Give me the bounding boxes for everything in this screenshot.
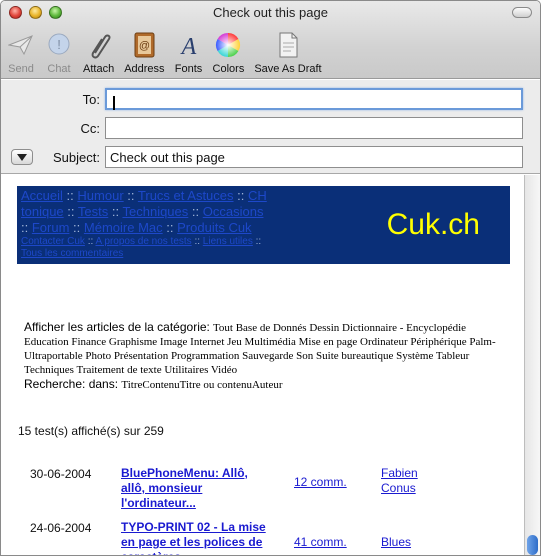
address-label: Address: [124, 63, 165, 75]
nav-produits-cuk[interactable]: Produits Cuk: [177, 220, 251, 235]
scrollbar-thumb[interactable]: [527, 535, 538, 555]
nav-a-propos[interactable]: A propos de nos tests: [96, 236, 192, 247]
paper-plane-icon: [7, 31, 35, 59]
nav-commentaires[interactable]: Tous les commentaires: [21, 248, 123, 259]
message-body[interactable]: Accueil :: Humour :: Trucs et Astuces ::…: [1, 175, 524, 555]
paperclip-icon: [85, 31, 113, 59]
svg-text:!: !: [57, 37, 61, 52]
secondary-navigation: Contacter Cuk :: A propos de nos tests :…: [21, 236, 262, 259]
subject-label: Subject:: [53, 150, 100, 165]
nav-trucs[interactable]: Trucs et Astuces: [138, 188, 234, 203]
to-field[interactable]: [105, 88, 523, 110]
send-button[interactable]: Send: [7, 31, 35, 75]
subject-row: Subject: Check out this page: [1, 146, 540, 170]
cuk-logo[interactable]: Cuk.ch: [387, 208, 480, 242]
nav-techniques[interactable]: Techniques: [123, 204, 189, 219]
font-a-icon: A: [175, 31, 203, 59]
search-label: Recherche: dans:: [24, 377, 119, 391]
cc-field[interactable]: [105, 117, 523, 139]
category-label: Afficher les articles de la catégorie:: [24, 320, 210, 334]
article-title-link[interactable]: TYPO-PRINT 02 - La mise en page et les p…: [121, 520, 271, 555]
article-date: 24-06-2004: [30, 521, 92, 535]
svg-text:@: @: [139, 40, 150, 52]
comments-link[interactable]: 41 comm.: [294, 535, 347, 549]
author-link[interactable]: Blues: [381, 535, 441, 550]
colors-button[interactable]: Colors: [212, 31, 245, 75]
search-filter: Recherche: dans: TitreContenuTitre ou co…: [24, 377, 283, 391]
send-label: Send: [8, 63, 34, 75]
svg-text:A: A: [179, 34, 196, 59]
address-book-icon: @: [130, 31, 158, 59]
nav-occasions[interactable]: Occasions: [203, 204, 264, 219]
to-label: To:: [82, 92, 100, 107]
nav-tests[interactable]: Tests: [78, 204, 108, 219]
nav-ch[interactable]: CH: [248, 188, 267, 203]
cc-row: Cc:: [1, 117, 540, 141]
results-count: 15 test(s) affiché(s) sur 259: [18, 424, 164, 438]
chat-button[interactable]: ! Chat: [45, 31, 73, 75]
to-row: To:: [1, 88, 540, 112]
nav-memoire-mac[interactable]: Mémoire Mac: [84, 220, 163, 235]
fonts-button[interactable]: A Fonts: [175, 31, 203, 75]
site-navigation: Accueil :: Humour :: Trucs et Astuces ::…: [21, 188, 351, 260]
chat-label: Chat: [47, 63, 71, 75]
header-fields: To: Cc: Subject: Check out this page: [1, 80, 540, 174]
subject-field[interactable]: Check out this page: [105, 146, 523, 168]
nav-accueil[interactable]: Accueil: [21, 188, 63, 203]
attach-button[interactable]: Attach: [83, 31, 114, 75]
nav-contacter[interactable]: Contacter Cuk: [21, 236, 85, 247]
cc-label: Cc:: [80, 121, 101, 136]
window-title: Check out this page: [213, 5, 328, 20]
mail-compose-window: Check out this page Send ! Chat Attach @…: [0, 0, 541, 556]
nav-forum[interactable]: Forum: [32, 220, 70, 235]
address-button[interactable]: @ Address: [124, 31, 165, 75]
subject-value: Check out this page: [110, 150, 225, 165]
nav-tonique[interactable]: tonique: [21, 204, 64, 219]
comments-link[interactable]: 12 comm.: [294, 475, 347, 489]
fonts-label: Fonts: [174, 63, 203, 75]
colors-label: Colors: [212, 63, 245, 75]
color-wheel-icon: [214, 31, 242, 59]
triangle-down-icon: [17, 153, 27, 161]
title-toolbar-area: Check out this page Send ! Chat Attach @…: [1, 1, 540, 79]
save-as-draft-button[interactable]: Save As Draft: [254, 31, 322, 75]
save-as-draft-label: Save As Draft: [254, 63, 322, 75]
article-title-link[interactable]: BluePhoneMenu: Allô, allô, monsieur l'or…: [121, 466, 271, 511]
draft-document-icon: [274, 31, 302, 59]
category-filter: Afficher les articles de la catégorie: T…: [24, 320, 504, 377]
toolbar: Send ! Chat Attach @ Address A Fonts Col…: [7, 31, 332, 75]
toolbar-toggle-button[interactable]: [512, 7, 532, 18]
text-cursor: [113, 96, 115, 110]
chat-bubble-icon: !: [45, 31, 73, 59]
article-date: 30-06-2004: [30, 467, 92, 481]
author-link[interactable]: Fabien Conus: [381, 466, 441, 496]
vertical-scrollbar[interactable]: [524, 175, 540, 555]
search-options[interactable]: TitreContenuTitre ou contenuAuteur: [121, 379, 282, 391]
nav-liens-utiles[interactable]: Liens utiles: [203, 236, 253, 247]
cuk-banner: Accueil :: Humour :: Trucs et Astuces ::…: [17, 186, 510, 264]
attach-label: Attach: [83, 63, 115, 75]
nav-humour[interactable]: Humour: [77, 188, 123, 203]
header-options-button[interactable]: [11, 149, 33, 165]
